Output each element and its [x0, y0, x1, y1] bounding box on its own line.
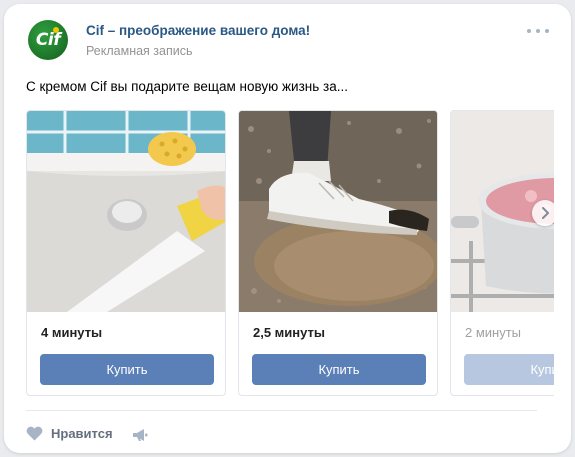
carousel-slide[interactable]: 4 минуты Купить	[26, 110, 226, 396]
slide-title: 2 минуты	[465, 325, 522, 340]
post-text: С кремом Cif вы подарите вещам новую жиз…	[26, 79, 348, 94]
carousel-slide[interactable]: 2 минуты Купить	[450, 110, 554, 396]
buy-button[interactable]: Купить	[252, 354, 426, 385]
like-label: Нравится	[51, 426, 113, 441]
megaphone-icon	[133, 429, 148, 441]
slide-title: 2,5 минуты	[253, 325, 326, 340]
sneaker-in-mud-image[interactable]	[239, 111, 437, 312]
ad-label: Рекламная запись	[86, 44, 193, 58]
ad-post-card: Cif Cif – преображение вашего дома! Рекл…	[4, 4, 571, 453]
more-options-icon[interactable]	[527, 26, 549, 36]
brand-name-link[interactable]: Cif – преображение вашего дома!	[86, 23, 310, 38]
heart-icon	[26, 426, 43, 441]
bathtub-cleaning-image[interactable]	[27, 111, 225, 312]
buy-button[interactable]: Купить	[464, 354, 554, 385]
carousel-next-arrow-icon[interactable]	[532, 200, 554, 226]
cif-logo[interactable]: Cif	[28, 20, 68, 60]
like-button[interactable]: Нравится	[26, 426, 113, 441]
footer-divider	[26, 410, 537, 411]
share-button[interactable]	[132, 428, 148, 447]
post-header: Cif Cif – преображение вашего дома! Рекл…	[24, 18, 551, 62]
slide-title: 4 минуты	[41, 325, 103, 340]
logo-dot-icon	[53, 27, 59, 33]
carousel-slide[interactable]: 2,5 минуты Купить	[238, 110, 438, 396]
logo-text: Cif	[35, 30, 61, 50]
buy-button[interactable]: Купить	[40, 354, 214, 385]
product-carousel: 4 минуты Купить 2,5 минуты Купить 2 мину…	[26, 110, 554, 396]
